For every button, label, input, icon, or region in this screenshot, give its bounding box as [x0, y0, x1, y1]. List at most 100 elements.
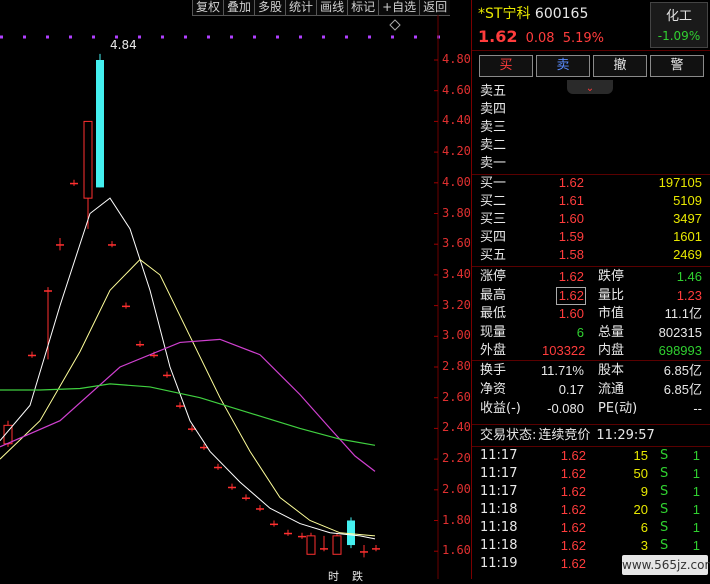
sell-button[interactable]: 卖: [536, 55, 590, 77]
quote-v2: 698993: [658, 343, 702, 358]
candle: [83, 120, 93, 199]
toolbar-button-1[interactable]: 叠加: [223, 0, 255, 16]
tick-row[interactable]: 11:18 1.62 6 S 1: [472, 519, 710, 537]
toolbar-button-4[interactable]: 画线: [316, 0, 348, 16]
quote-v1: 6: [576, 324, 584, 340]
quote-v2: 1.23: [676, 287, 702, 303]
tick-t: 11:18: [480, 520, 518, 535]
quote-l1: 外盘: [480, 343, 507, 358]
toolbar-button-7[interactable]: 返回: [419, 0, 451, 16]
watermark: www.565jz.com: [622, 555, 710, 575]
tick-p: 1.62: [560, 466, 586, 481]
stock-code: 600165: [534, 6, 589, 22]
y-label: 2.80: [442, 359, 471, 373]
y-label: 3.00: [442, 328, 471, 343]
kline-chart[interactable]: 4.84 时 跌 4.80 4.60 4.40 4.20 4.00 3.80 3.60 3.4…: [0, 15, 471, 583]
sector-name: 化工: [665, 9, 692, 24]
tick-v: 3: [640, 538, 648, 553]
bids-price: 1.60: [558, 211, 584, 226]
sector-pct: -1.09%: [657, 29, 701, 43]
tick-s: S: [660, 538, 669, 553]
quote-v2: 1.46: [676, 269, 702, 284]
candle: [214, 466, 222, 469]
buy-button[interactable]: 买: [479, 55, 533, 77]
tick-n: 1: [692, 538, 700, 553]
price-pct: 5.19%: [562, 31, 605, 46]
fund-v2: 6.85亿: [663, 382, 702, 397]
fund-l1: 换手: [480, 363, 507, 378]
asks-label: 卖一: [480, 156, 507, 171]
tick-p: 1.62: [560, 502, 586, 517]
tick-n: 1: [692, 484, 700, 499]
tick-p: 1.62: [560, 484, 586, 499]
y-label: 1.80: [442, 512, 471, 527]
candle: [122, 305, 130, 308]
tick-s: S: [660, 466, 669, 481]
quote-l1: 最高: [480, 287, 507, 303]
tick-n: 1: [692, 466, 700, 481]
tick-row[interactable]: 11:18 1.62 3 S 1: [472, 537, 710, 555]
alert-button[interactable]: 警: [650, 55, 704, 77]
bids-volume: 5109: [673, 193, 702, 208]
y-label: 2.60: [442, 389, 471, 404]
bids-price: 1.62: [558, 175, 584, 190]
ma10-line: [0, 258, 376, 537]
stock-name: *ST宁科: [478, 6, 531, 22]
toolbar-button-2[interactable]: 多股: [254, 0, 286, 16]
toolbar-button-0[interactable]: 复权: [192, 0, 224, 16]
tick-s: S: [660, 448, 669, 463]
tick-row[interactable]: 11:18 1.62 20 S 1: [472, 501, 710, 519]
toolbar-button-6[interactable]: +自选: [378, 0, 420, 16]
toolbar-button-5[interactable]: 标记: [347, 0, 379, 16]
candle: [44, 290, 52, 292]
tick-t: 11:18: [480, 502, 518, 517]
tick-v: 15: [633, 448, 648, 463]
chart-toolbar: 复权 叠加 多股 统计 画线 标记 +自选 返回: [192, 0, 451, 16]
tick-row[interactable]: 11:17 1.62 50 S 1: [472, 465, 710, 483]
fund-v2: --: [693, 401, 702, 416]
bids-label: 买三: [480, 212, 507, 227]
bids-volume: 3497: [673, 211, 702, 226]
bids-label: 买二: [480, 194, 507, 209]
candle: [270, 523, 278, 526]
asks-label: 卖二: [480, 138, 507, 153]
candle: [136, 343, 144, 346]
bids-volume: 2469: [673, 247, 702, 262]
tick-v: 50: [633, 466, 648, 481]
y-label: 2.20: [442, 451, 471, 466]
bids-label: 买五: [480, 248, 507, 263]
tick-row[interactable]: 11:17 1.62 15 S 1: [472, 447, 710, 465]
y-label: 4.40: [442, 113, 471, 128]
y-label: 4.20: [442, 144, 471, 159]
candle: [96, 60, 104, 188]
candle: [372, 548, 380, 550]
high-value-box: [556, 287, 586, 305]
tick-s: S: [660, 520, 669, 535]
candle: [163, 374, 171, 377]
quote-v2: 11.1亿: [664, 306, 702, 321]
tick-s: S: [660, 502, 669, 517]
toolbar-button-3[interactable]: 统计: [285, 0, 317, 16]
tick-s: S: [660, 484, 669, 499]
quote-l2: 量比: [598, 287, 625, 303]
tick-p: 1.62: [560, 520, 586, 535]
tick-row[interactable]: 11:17 1.62 9 S 1: [472, 483, 710, 501]
high-annotation: 4.84: [110, 38, 137, 52]
candle: [56, 244, 64, 246]
candle: [298, 535, 306, 538]
quote-l1: 现量: [480, 324, 507, 340]
candle: [70, 182, 78, 185]
tick-v: 6: [640, 520, 648, 535]
collapse-toggle[interactable]: ⌄: [567, 80, 613, 94]
asks-label: 卖四: [480, 102, 507, 117]
fund-v1: -0.080: [547, 401, 584, 416]
asks-label: 卖五: [480, 84, 507, 99]
sector-box[interactable]: 化工 -1.09%: [650, 2, 708, 48]
tick-n: 1: [692, 520, 700, 535]
bids-price: 1.59: [558, 229, 584, 244]
y-label: 3.80: [442, 205, 471, 220]
fund-v2: 6.85亿: [663, 363, 702, 378]
kline-svg[interactable]: [0, 15, 470, 579]
bids-label: 买一: [480, 176, 507, 191]
cancel-button[interactable]: 撤: [593, 55, 647, 77]
